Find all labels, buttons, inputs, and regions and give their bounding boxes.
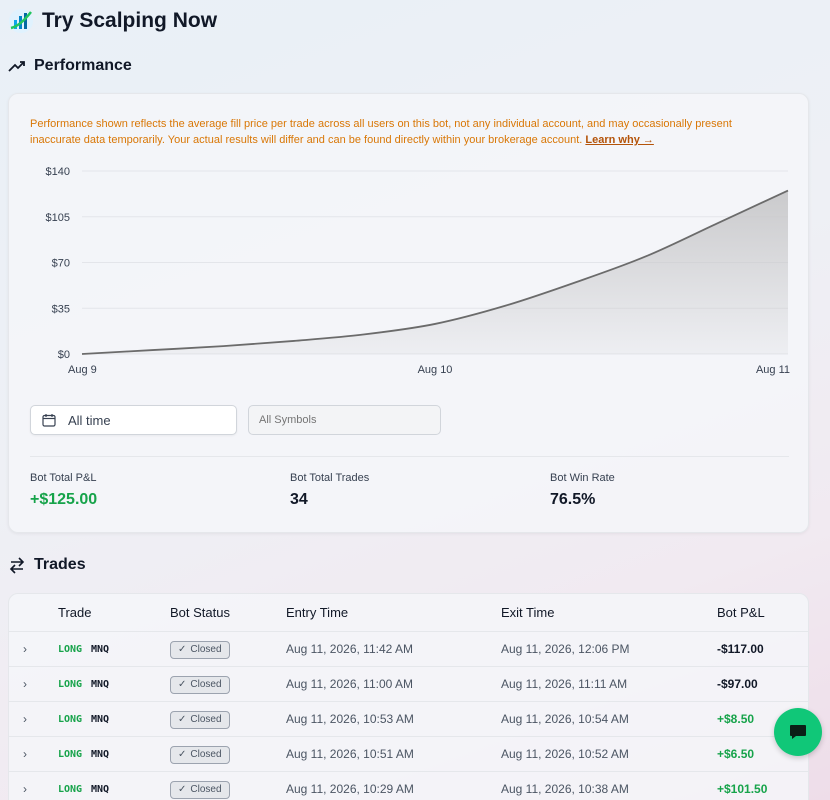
expand-chevron-icon[interactable]: › [23, 737, 27, 772]
exit-time: Aug 11, 2026, 10:54 AM [501, 712, 629, 726]
trades-heading: Trades [8, 556, 86, 574]
chat-button[interactable] [774, 708, 822, 756]
exit-time: Aug 11, 2026, 10:38 AM [501, 782, 629, 796]
check-icon: ✓ [178, 679, 187, 690]
col-bot-status[interactable]: Bot Status [170, 594, 230, 631]
stat-total-pnl: Bot Total P&L +$125.00 [30, 472, 97, 509]
exit-time: Aug 11, 2026, 10:52 AM [501, 747, 629, 761]
performance-card: Performance shown reflects the average f… [8, 93, 809, 533]
exit-time: Aug 11, 2026, 12:06 PM [501, 642, 630, 656]
app-header: Try Scalping Now [8, 6, 217, 36]
stat-win-rate: Bot Win Rate 76.5% [550, 472, 615, 509]
trade-symbol: MNQ [91, 749, 110, 760]
trade-symbol: MNQ [91, 784, 110, 795]
stat-win-rate-value: 76.5% [550, 491, 596, 508]
table-row[interactable]: › LONG MNQ ✓ Closed Aug 11, 2026, 10:51 AM Aug… [9, 736, 808, 772]
check-icon: ✓ [178, 749, 187, 760]
date-range-value: All time [68, 412, 111, 428]
trade-pnl: +$6.50 [717, 747, 755, 761]
y-tick-label: $140 [46, 166, 70, 178]
status-badge: ✓ Closed [170, 746, 230, 764]
series-area [82, 190, 788, 354]
trade-symbol: MNQ [91, 679, 110, 690]
entry-time: Aug 11, 2026, 11:00 AM [286, 677, 413, 691]
table-row[interactable]: › LONG MNQ ✓ Closed Aug 11, 2026, 11:00 AM Aug… [9, 666, 808, 702]
y-tick-label: $0 [58, 349, 70, 361]
stats-divider [30, 456, 789, 457]
trade-pnl: -$117.00 [717, 642, 764, 656]
swap-arrows-icon [9, 557, 25, 574]
entry-time: Aug 11, 2026, 10:29 AM [286, 782, 414, 796]
status-badge-label: Closed [190, 714, 222, 725]
trade-pnl: -$97.00 [717, 677, 758, 691]
entry-time: Aug 11, 2026, 10:51 AM [286, 747, 414, 761]
y-tick-label: $70 [52, 258, 70, 270]
x-tick-label: Aug 9 [68, 364, 97, 376]
expand-chevron-icon[interactable]: › [23, 667, 27, 702]
trade-direction: LONG [58, 679, 83, 690]
status-badge: ✓ Closed [170, 676, 230, 694]
status-badge-label: Closed [190, 749, 222, 760]
stat-total-trades: Bot Total Trades 34 [290, 472, 369, 509]
stat-win-rate-label: Bot Win Rate [550, 472, 615, 484]
check-icon: ✓ [178, 784, 187, 795]
exit-time: Aug 11, 2026, 11:11 AM [501, 677, 628, 691]
stat-total-trades-value: 34 [290, 491, 308, 508]
trade-pnl: +$101.50 [717, 782, 768, 796]
status-badge-label: Closed [190, 784, 222, 795]
expand-chevron-icon[interactable]: › [23, 632, 27, 667]
trade-symbol: MNQ [91, 644, 110, 655]
check-icon: ✓ [178, 714, 187, 725]
x-tick-label: Aug 11 [756, 364, 790, 376]
x-tick-label: Aug 10 [418, 364, 453, 376]
expand-chevron-icon[interactable]: › [23, 702, 27, 737]
expand-chevron-icon[interactable]: › [23, 772, 27, 800]
performance-heading-label: Performance [34, 57, 132, 74]
trending-up-icon [8, 61, 25, 72]
symbol-filter-input[interactable] [248, 405, 441, 435]
trades-heading-label: Trades [34, 556, 86, 573]
col-bot-pnl[interactable]: Bot P&L [717, 594, 765, 631]
trade-direction: LONG [58, 714, 83, 725]
entry-time: Aug 11, 2026, 10:53 AM [286, 712, 414, 726]
stat-total-trades-label: Bot Total Trades [290, 472, 370, 484]
date-range-select[interactable]: All time [30, 405, 237, 435]
col-exit-time[interactable]: Exit Time [501, 594, 554, 631]
trade-direction: LONG [58, 749, 83, 760]
status-badge: ✓ Closed [170, 711, 230, 729]
performance-heading: Performance [8, 57, 132, 75]
trades-table: Trade Bot Status Entry Time Exit Time Bo… [8, 593, 809, 800]
trade-pnl: +$8.50 [717, 712, 755, 726]
status-badge-label: Closed [190, 679, 222, 690]
y-tick-label: $35 [52, 303, 70, 315]
chart-logo-icon [9, 9, 33, 33]
status-badge: ✓ Closed [170, 641, 230, 659]
stat-total-pnl-label: Bot Total P&L [30, 472, 97, 484]
entry-time: Aug 11, 2026, 11:42 AM [286, 642, 413, 656]
table-row[interactable]: › LONG MNQ ✓ Closed Aug 11, 2026, 10:53 AM Aug… [9, 701, 808, 737]
table-row[interactable]: › LONG MNQ ✓ Closed Aug 11, 2026, 11:42 AM Aug… [9, 631, 808, 667]
stat-total-pnl-value: +$125.00 [30, 491, 98, 508]
calendar-icon [42, 414, 56, 427]
table-row[interactable]: › LONG MNQ ✓ Closed Aug 11, 2026, 10:29 AM Aug… [9, 771, 808, 800]
col-entry-time[interactable]: Entry Time [286, 594, 348, 631]
check-icon: ✓ [178, 644, 187, 655]
trade-direction: LONG [58, 784, 83, 795]
app-title: Try Scalping Now [42, 9, 218, 32]
trade-symbol: MNQ [91, 714, 110, 725]
chat-bubble-icon [790, 725, 806, 739]
col-trade[interactable]: Trade [58, 594, 91, 631]
trade-direction: LONG [58, 644, 83, 655]
status-badge-label: Closed [190, 644, 222, 655]
performance-chart: $140 $105 $70 $35 $0 Aug 9 Aug 10 Aug 11 [46, 166, 790, 376]
status-badge: ✓ Closed [170, 781, 230, 799]
y-tick-label: $105 [46, 212, 70, 224]
